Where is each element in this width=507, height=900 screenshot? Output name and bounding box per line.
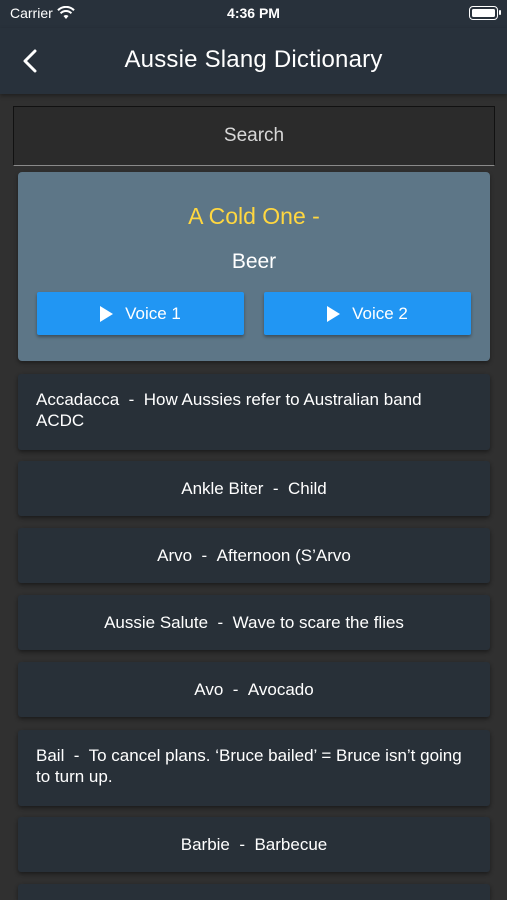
featured-term: A Cold One - (18, 203, 490, 230)
entry-term: Barbie (180, 835, 230, 854)
voice-2-label: Voice 2 (352, 303, 408, 323)
list-item[interactable]: Avo - Avocado (18, 662, 490, 717)
entry-meaning: Avocado (247, 680, 314, 699)
page-title: Aussie Slang Dictionary (124, 46, 383, 73)
list-item-partial[interactable] (18, 884, 490, 900)
voice-2-button[interactable]: Voice 2 (264, 292, 471, 335)
entry-meaning: Afternoon (S’Arvo (216, 546, 351, 565)
play-icon (100, 305, 114, 322)
entry-meaning: To cancel plans. ‘Bruce bailed’ = Bruce … (36, 746, 462, 786)
entry-separator: - (192, 546, 217, 565)
battery-icon (469, 6, 501, 20)
voice-1-label: Voice 1 (125, 303, 181, 323)
status-time: 4:36 PM (227, 5, 280, 21)
list-item[interactable]: Arvo - Afternoon (S’Arvo (18, 528, 490, 583)
entry-meaning: Child (288, 479, 327, 498)
search-placeholder: Search (223, 125, 285, 146)
entry-meaning: Wave to scare the flies (232, 613, 404, 632)
entry-separator: - (263, 479, 288, 498)
featured-separator: - (305, 203, 320, 229)
play-icon (327, 305, 341, 322)
voice-1-button[interactable]: Voice 1 (37, 292, 244, 335)
list-item[interactable]: Bail - To cancel plans. ‘Bruce bailed’ =… (18, 730, 490, 806)
entry-separator: - (223, 680, 248, 699)
entry-term: Accadacca (36, 390, 120, 409)
featured-term-text: A Cold One (188, 203, 306, 229)
search-input[interactable]: Search (13, 106, 495, 166)
entry-meaning: Barbecue (254, 835, 328, 854)
list-item[interactable]: Ankle Biter - Child (18, 461, 490, 516)
entry-separator: - (64, 746, 89, 765)
entry-separator: - (119, 390, 144, 409)
featured-card: A Cold One - Beer Voice 1 Voice 2 (18, 172, 490, 361)
list-item[interactable]: Barbie - Barbecue (18, 817, 490, 872)
entry-term: Ankle Biter (181, 479, 264, 498)
entry-separator: - (208, 613, 233, 632)
entry-term: Aussie Salute (104, 613, 209, 632)
list-item[interactable]: Accadacca - How Aussies refer to Austral… (18, 374, 490, 450)
entry-term: Arvo (157, 546, 193, 565)
entry-term: Avo (194, 680, 224, 699)
featured-meaning: Beer (231, 250, 277, 273)
list-item[interactable]: Aussie Salute - Wave to scare the flies (18, 595, 490, 650)
status-bar: Carrier 4:36 PM (0, 0, 507, 28)
app-bar: Aussie Slang Dictionary (0, 28, 507, 94)
entry-separator: - (229, 835, 255, 854)
entry-term: Bail (36, 746, 65, 765)
